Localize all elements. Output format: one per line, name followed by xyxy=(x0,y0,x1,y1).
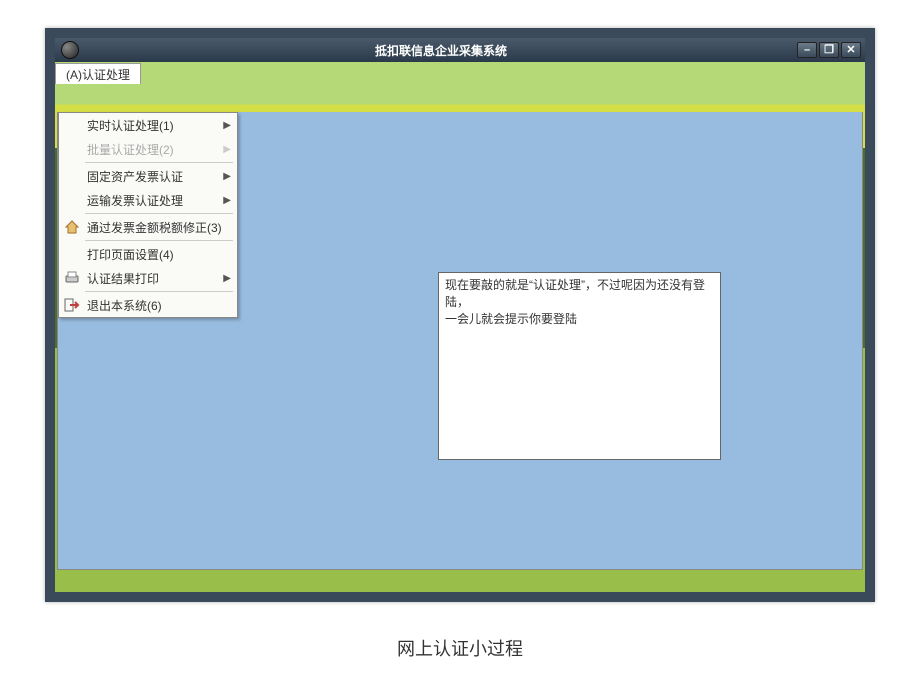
dropdown-menu: 实时认证处理(1) ▶ 批量认证处理(2) ▶ 固定资产发票认证 ▶ 运输发票认… xyxy=(58,112,238,318)
dd-batch-auth: 批量认证处理(2) ▶ xyxy=(59,137,237,161)
chevron-right-icon: ▶ xyxy=(223,120,231,131)
dd-amount-correct[interactable]: 通过发票金额税额修正(3) xyxy=(59,215,237,239)
dd-fixed-asset[interactable]: 固定资产发票认证 ▶ xyxy=(59,164,237,188)
page-caption: 网上认证小过程 xyxy=(0,635,920,661)
minimize-button[interactable]: – xyxy=(797,42,817,58)
app-icon xyxy=(61,41,79,59)
content-area: 实时认证处理(1) ▶ 批量认证处理(2) ▶ 固定资产发票认证 ▶ 运输发票认… xyxy=(57,112,863,570)
window-title: 抵扣联信息企业采集系统 xyxy=(85,42,797,59)
menu-auth[interactable]: (A)认证处理 xyxy=(55,63,141,84)
chevron-right-icon: ▶ xyxy=(223,273,231,284)
window-controls: – ❐ ✕ xyxy=(797,42,865,58)
app-body: (A)认证处理 (C)查询统计 (D)设置维护 (E)发票转凭证 (F)系统帮助… xyxy=(55,62,865,592)
app-window: 抵扣联信息企业采集系统 – ❐ ✕ (A)认证处理 (C)查询统计 (D)设置维… xyxy=(45,28,875,602)
note-box: 现在要敲的就是“认证处理”，不过呢因为还没有登陆， 一会儿就会提示你要登陆 xyxy=(438,272,721,460)
dd-transport-invoice[interactable]: 运输发票认证处理 ▶ xyxy=(59,188,237,212)
dd-exit-system[interactable]: 退出本系统(6) xyxy=(59,293,237,317)
dd-realtime-auth[interactable]: 实时认证处理(1) ▶ xyxy=(59,113,237,137)
chevron-right-icon: ▶ xyxy=(223,195,231,206)
titlebar[interactable]: 抵扣联信息企业采集系统 – ❐ ✕ xyxy=(55,38,865,62)
maximize-button[interactable]: ❐ xyxy=(819,42,839,58)
exit-icon xyxy=(59,298,85,312)
dd-print-result[interactable]: 认证结果打印 ▶ xyxy=(59,266,237,290)
note-line2: 一会儿就会提示你要登陆 xyxy=(445,312,577,326)
dd-page-setup[interactable]: 打印页面设置(4) xyxy=(59,242,237,266)
note-line1: 现在要敲的就是“认证处理”，不过呢因为还没有登陆， xyxy=(445,278,705,309)
chevron-right-icon: ▶ xyxy=(223,171,231,182)
chevron-right-icon: ▶ xyxy=(223,144,231,155)
edit-icon xyxy=(59,219,85,235)
close-button[interactable]: ✕ xyxy=(841,42,861,58)
printer-icon xyxy=(59,271,85,285)
